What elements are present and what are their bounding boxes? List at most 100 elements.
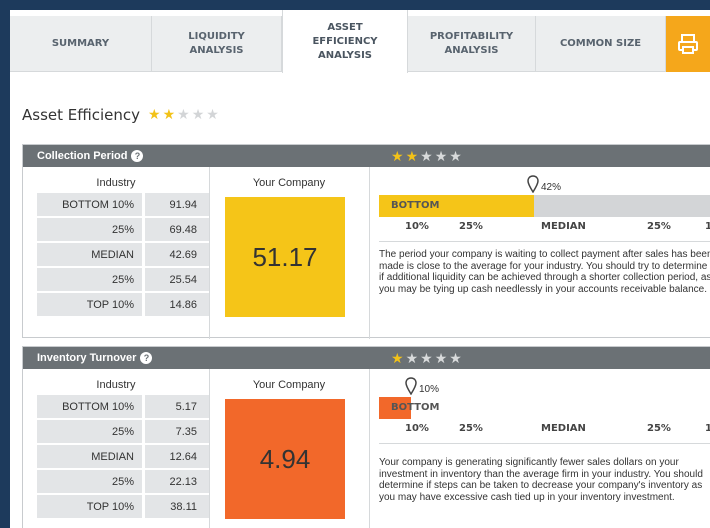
tick-label: 25% xyxy=(459,221,483,232)
star-icon: ★ xyxy=(449,148,462,164)
gauge-track: BOTTOM xyxy=(379,195,710,217)
row-label: MEDIAN xyxy=(37,445,145,468)
table-row: 25% 69.48 xyxy=(37,218,209,241)
tab-profitability-label: PROFITABILITY ANALYSIS xyxy=(429,31,514,56)
tab-common-size[interactable]: COMMON SIZE xyxy=(536,16,666,72)
section-rating-stars: ★ ★ ★ ★ ★ xyxy=(148,108,221,122)
panel-title-text: Collection Period xyxy=(37,150,128,162)
row-value: 22.13 xyxy=(145,470,209,493)
star-icon: ★ xyxy=(449,350,462,366)
column-divider xyxy=(209,167,210,339)
map-pin-icon xyxy=(527,175,539,193)
inventory-turnover-description: Your company is generating significantly… xyxy=(379,457,703,503)
percentile-marker: 10% xyxy=(405,377,439,395)
row-label: 25% xyxy=(37,470,145,493)
your-company-label: Your Company xyxy=(252,379,326,391)
row-label: 25% xyxy=(37,218,145,241)
gauge-track: BOTTOM xyxy=(379,397,710,419)
row-value: 7.35 xyxy=(145,420,209,443)
panel-rating-stars: ★ ★ ★ ★ ★ xyxy=(391,149,464,163)
percentile-marker: 42% xyxy=(527,175,561,193)
tab-liquidity-analysis[interactable]: LIQUIDITY ANALYSIS xyxy=(152,16,282,72)
row-label: BOTTOM 10% xyxy=(37,395,145,418)
tick-label: 25% xyxy=(459,423,483,434)
panel-title: Collection Period? xyxy=(37,145,144,167)
percentile-gauge: 42% BOTTOM 10% 25% MEDIAN 25% 1 xyxy=(379,175,710,235)
tab-asset-efficiency-analysis[interactable]: ASSET EFFICIENCY ANALYSIS xyxy=(282,10,408,73)
your-company-value: 4.94 xyxy=(259,443,311,474)
row-value: 25.54 xyxy=(145,268,209,291)
panel-title-text: Inventory Turnover xyxy=(37,352,137,364)
star-icon: ★ xyxy=(391,350,404,366)
tab-bar: SUMMARY LIQUIDITY ANALYSIS ASSET EFFICIE… xyxy=(10,10,710,73)
industry-table: BOTTOM 10% 91.94 25% 69.48 MEDIAN 42.69 25%… xyxy=(37,191,209,318)
table-row: MEDIAN 42.69 xyxy=(37,243,209,266)
panel-header: Inventory Turnover? ★ ★ ★ ★ ★ xyxy=(23,347,710,369)
tab-liquidity-label: LIQUIDITY ANALYSIS xyxy=(188,31,245,56)
row-value: 38.11 xyxy=(145,495,209,518)
tab-asset-efficiency-label: ASSET EFFICIENCY ANALYSIS xyxy=(312,21,378,61)
tab-summary-label: SUMMARY xyxy=(51,38,110,49)
star-icon: ★ xyxy=(420,148,433,164)
star-icon: ★ xyxy=(405,148,419,164)
tab-common-size-label: COMMON SIZE xyxy=(559,38,642,49)
row-value: 14.86 xyxy=(145,293,209,316)
table-row: 25% 25.54 xyxy=(37,268,209,291)
row-value: 5.17 xyxy=(145,395,209,418)
collection-period-description: The period your company is waiting to co… xyxy=(379,249,710,295)
percentile-gauge: 10% BOTTOM 10% 25% MEDIAN 25% 1 xyxy=(379,377,710,437)
tab-summary[interactable]: SUMMARY xyxy=(10,16,152,72)
table-row: 25% 7.35 xyxy=(37,420,209,443)
percentile-value: 10% xyxy=(419,384,440,395)
star-icon: ★ xyxy=(191,107,205,123)
tick-label: 1 xyxy=(705,423,710,434)
star-icon: ★ xyxy=(391,148,404,164)
industry-table: BOTTOM 10% 5.17 25% 7.35 MEDIAN 12.64 25% 22… xyxy=(37,393,209,520)
percentile-value: 42% xyxy=(541,182,562,193)
row-value: 69.48 xyxy=(145,218,209,241)
tick-label: 25% xyxy=(647,221,671,232)
row-value: 91.94 xyxy=(145,193,209,216)
your-company-label: Your Company xyxy=(252,177,326,189)
star-icon: ★ xyxy=(162,107,176,123)
map-pin-icon xyxy=(405,377,417,395)
your-company-value: 51.17 xyxy=(252,241,318,272)
print-report-button[interactable] xyxy=(666,16,710,72)
app-frame: SUMMARY LIQUIDITY ANALYSIS ASSET EFFICIE… xyxy=(10,10,710,528)
collection-period-panel: Collection Period? ★ ★ ★ ★ ★ Industry BO… xyxy=(22,144,710,339)
tick-label: 1 xyxy=(705,221,710,232)
tick-label: MEDIAN xyxy=(541,221,586,232)
row-label: BOTTOM 10% xyxy=(37,193,145,216)
row-label: 25% xyxy=(37,420,145,443)
gauge-label: BOTTOM xyxy=(391,200,440,211)
table-row: MEDIAN 12.64 xyxy=(37,445,209,468)
table-row: TOP 10% 38.11 xyxy=(37,495,209,518)
table-row: BOTTOM 10% 91.94 xyxy=(37,193,209,216)
industry-label: Industry xyxy=(96,379,136,391)
row-label: TOP 10% xyxy=(37,495,145,518)
table-row: TOP 10% 14.86 xyxy=(37,293,209,316)
star-icon: ★ xyxy=(420,350,433,366)
help-icon[interactable]: ? xyxy=(131,150,144,163)
section-title-text: Asset Efficiency xyxy=(22,106,141,124)
star-icon: ★ xyxy=(434,350,448,366)
star-icon: ★ xyxy=(405,350,419,366)
column-divider xyxy=(369,167,370,339)
row-value: 42.69 xyxy=(145,243,209,266)
gauge-label: BOTTOM xyxy=(391,402,440,413)
table-row: BOTTOM 10% 5.17 xyxy=(37,395,209,418)
table-row: 25% 22.13 xyxy=(37,470,209,493)
column-divider xyxy=(369,369,370,528)
panel-rating-stars: ★ ★ ★ ★ ★ xyxy=(391,351,464,365)
tab-profitability-analysis[interactable]: PROFITABILITY ANALYSIS xyxy=(408,16,536,72)
gauge-separator xyxy=(379,443,710,444)
help-icon[interactable]: ? xyxy=(140,352,153,365)
star-icon: ★ xyxy=(177,107,190,123)
row-label: 25% xyxy=(37,268,145,291)
panel-title: Inventory Turnover? xyxy=(37,347,153,369)
your-company-value-box: 51.17 xyxy=(225,197,345,317)
tick-label: MEDIAN xyxy=(541,423,586,434)
tick-label: 25% xyxy=(647,423,671,434)
panel-header: Collection Period? ★ ★ ★ ★ ★ xyxy=(23,145,710,167)
your-company-value-box: 4.94 xyxy=(225,399,345,519)
